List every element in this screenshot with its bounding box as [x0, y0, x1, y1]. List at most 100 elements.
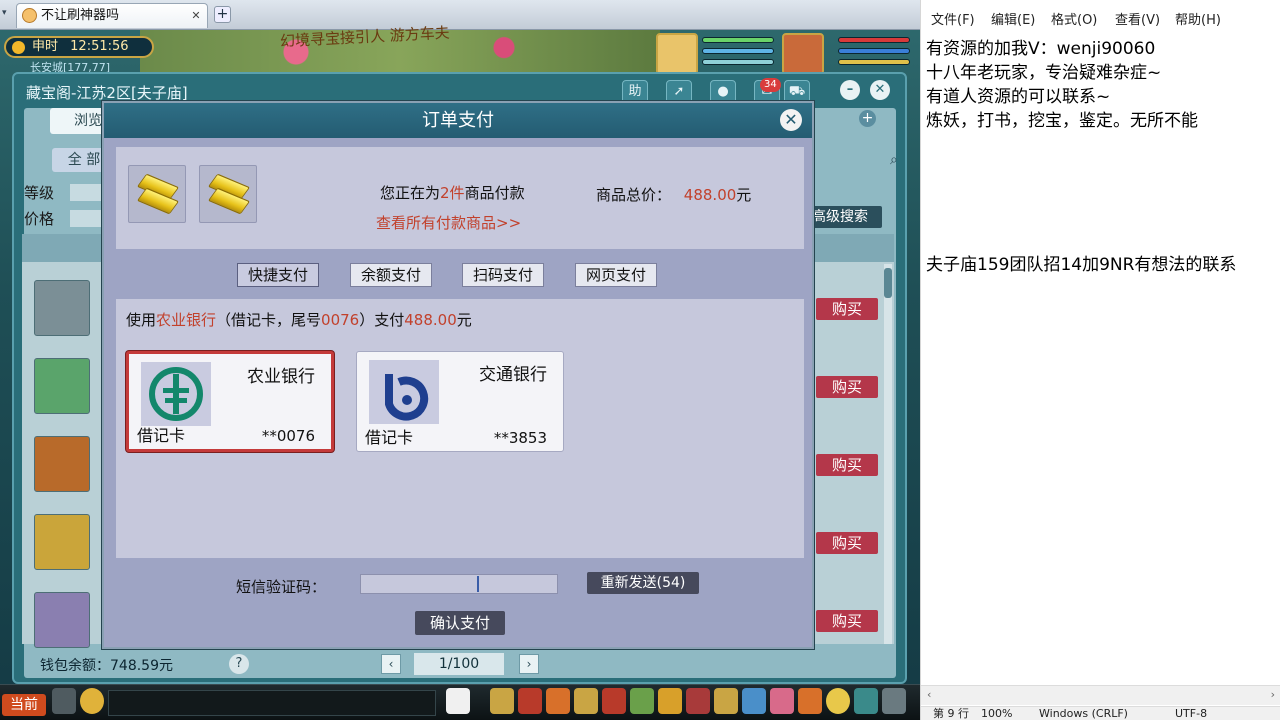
- notepad-menubar: 文件(F) 编辑(E) 格式(O) 查看(V) 帮助(H): [921, 0, 1280, 32]
- minimize-icon[interactable]: –: [840, 80, 860, 100]
- use-pay: ）支付: [359, 311, 405, 329]
- game-window: ▾ 不让刷神器吗 ✕ + 幻境寻宝接引人 游方车夫 申时 12:51:56 长安…: [0, 0, 920, 720]
- attack-icon[interactable]: [490, 688, 514, 714]
- item-sword-thumb[interactable]: [34, 280, 90, 336]
- pet-icon[interactable]: [446, 688, 470, 714]
- next-page-button[interactable]: ›: [519, 654, 539, 674]
- browser-tab[interactable]: 不让刷神器吗 ✕: [16, 3, 208, 28]
- note-line[interactable]: 有资源的加我V：wenji90060: [926, 34, 1155, 59]
- game-clock: 申时 12:51:56: [4, 36, 154, 58]
- status-position: 第 9 行: [933, 707, 969, 720]
- method-scan-pay[interactable]: 扫码支付: [462, 263, 544, 287]
- face-icon[interactable]: [826, 688, 850, 714]
- buy-button[interactable]: 购买: [816, 376, 878, 398]
- trade-icon[interactable]: [574, 688, 598, 714]
- chat-input[interactable]: [108, 690, 436, 716]
- order-total: 商品总价： 488.00元: [596, 184, 751, 205]
- pet-menu-icon[interactable]: [630, 688, 654, 714]
- give-icon[interactable]: [546, 688, 570, 714]
- ranking-icon[interactable]: [770, 688, 794, 714]
- skill-icon[interactable]: [714, 688, 738, 714]
- pay-prefix: 您正在为: [380, 184, 441, 202]
- status-zoom: 100%: [981, 707, 1013, 720]
- expand-filter-icon[interactable]: +: [859, 110, 876, 127]
- menu-format[interactable]: 格式(O): [1051, 9, 1097, 28]
- buy-button[interactable]: 购买: [816, 298, 878, 320]
- total-amount: 488.00: [683, 186, 737, 204]
- use-amount: 488.00: [404, 311, 457, 329]
- player-portrait[interactable]: [782, 33, 824, 75]
- microphone-icon[interactable]: [52, 688, 76, 714]
- wallet-help-icon[interactable]: ?: [229, 654, 249, 674]
- clock-time: 12:51:56: [70, 39, 129, 54]
- card-type: 借记卡: [137, 426, 186, 445]
- method-quick-pay[interactable]: 快捷支付: [237, 263, 319, 287]
- tab-menu-icon[interactable]: ▾: [2, 8, 12, 20]
- sun-icon: [12, 41, 25, 54]
- card-number: **0076: [261, 427, 315, 445]
- item-character-thumb[interactable]: [34, 592, 90, 648]
- method-balance-pay[interactable]: 余额支付: [350, 263, 432, 287]
- wallet-balance: 钱包余额：748.59元: [40, 658, 173, 674]
- resend-sms-button[interactable]: 重新发送(54): [587, 572, 699, 594]
- dialog-close-icon[interactable]: ✕: [780, 109, 802, 131]
- sms-code-input[interactable]: [360, 574, 558, 594]
- card-bank-name: 农业银行: [247, 367, 315, 387]
- buy-button[interactable]: 购买: [816, 454, 878, 476]
- card-bank-name: 交通银行: [479, 365, 547, 385]
- note-line[interactable]: 十八年老玩家，专治疑难杂症~: [926, 58, 1161, 83]
- pet-mp-bar: [702, 48, 774, 54]
- notepad-horizontal-scrollbar[interactable]: ‹ ›: [921, 685, 1280, 705]
- channel-current-button[interactable]: 当前: [2, 694, 46, 716]
- card-number: **3853: [493, 429, 547, 447]
- bank-cards-area: 使用农业银行（借记卡，尾号0076）支付488.00元 农业银行 借记卡 **0…: [116, 299, 804, 558]
- close-window-icon[interactable]: ✕: [870, 80, 890, 100]
- guide-icon[interactable]: [854, 688, 878, 714]
- item-jade-ring-thumb[interactable]: [34, 358, 90, 414]
- task-icon[interactable]: [658, 688, 682, 714]
- item-icon[interactable]: [518, 688, 542, 714]
- card-type: 借记卡: [365, 428, 414, 447]
- scrollbar-thumb[interactable]: [884, 268, 892, 298]
- player-anger-bar: [838, 59, 910, 65]
- search-icon[interactable]: ⌕: [890, 152, 910, 170]
- use-tail: 0076: [321, 311, 360, 329]
- new-tab-button[interactable]: +: [214, 6, 231, 23]
- item-list-scrollbar[interactable]: [884, 264, 892, 644]
- prev-page-button[interactable]: ‹: [381, 654, 401, 674]
- menu-view[interactable]: 查看(V): [1115, 9, 1160, 28]
- friend-icon[interactable]: [742, 688, 766, 714]
- message-count-badge: 34: [760, 78, 781, 92]
- buy-button[interactable]: 购买: [816, 610, 878, 632]
- team-icon[interactable]: [602, 688, 626, 714]
- menu-edit[interactable]: 编辑(E): [991, 9, 1035, 28]
- bank-card-bocom[interactable]: 交通银行 借记卡 **3853: [356, 351, 564, 452]
- tab-close-icon[interactable]: ✕: [189, 9, 203, 23]
- pet-portrait[interactable]: [656, 33, 698, 75]
- menu-help[interactable]: 帮助(H): [1175, 9, 1221, 28]
- shop-icon[interactable]: [798, 688, 822, 714]
- method-web-pay[interactable]: 网页支付: [575, 263, 657, 287]
- item-fire-ring-thumb[interactable]: [34, 436, 90, 492]
- scroll-right-icon[interactable]: ›: [1271, 688, 1275, 701]
- note-line[interactable]: 炼妖，打书，挖宝，鉴定。无所不能: [926, 106, 1198, 131]
- menu-file[interactable]: 文件(F): [931, 9, 975, 28]
- system-icon[interactable]: [882, 688, 906, 714]
- tab-title: 不让刷神器吗: [41, 8, 120, 23]
- dialog-title: 订单支付: [422, 110, 494, 131]
- browser-tabbar: ▾ 不让刷神器吗 ✕ +: [0, 0, 920, 30]
- view-all-items-link[interactable]: 查看所有付款商品>>: [376, 212, 521, 233]
- note-line[interactable]: 有道人资源的可以联系~: [926, 82, 1110, 107]
- item-gold-flowers-thumb[interactable]: [34, 514, 90, 570]
- buy-button[interactable]: 购买: [816, 532, 878, 554]
- scroll-left-icon[interactable]: ‹: [927, 688, 931, 701]
- order-summary: 您正在为2件商品付款 查看所有付款商品>> 商品总价： 488.00元: [116, 147, 804, 249]
- note-line[interactable]: 夫子庙159团队招14加9NR有想法的联系: [926, 250, 1236, 275]
- emote-icon[interactable]: [80, 688, 104, 714]
- pay-count: 2件: [440, 184, 465, 202]
- use-bank: 农业银行: [156, 311, 217, 329]
- gang-icon[interactable]: [686, 688, 710, 714]
- bank-card-abc[interactable]: 农业银行 借记卡 **0076: [126, 351, 334, 452]
- confirm-payment-button[interactable]: 确认支付: [415, 611, 505, 635]
- notepad-window: 文件(F) 编辑(E) 格式(O) 查看(V) 帮助(H) 有资源的加我V：we…: [920, 0, 1280, 720]
